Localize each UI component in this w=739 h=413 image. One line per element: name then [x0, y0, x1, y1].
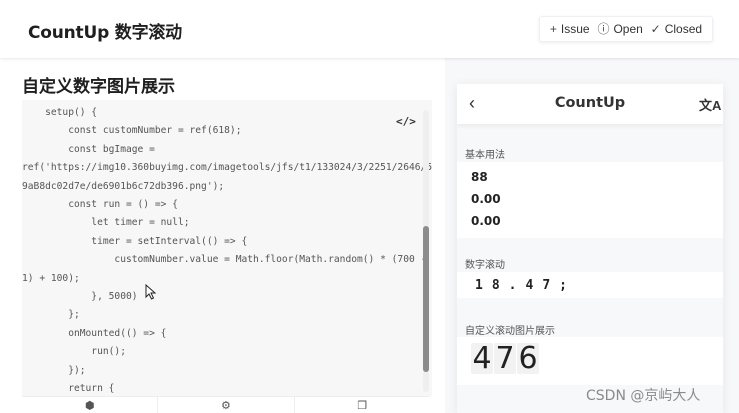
circle-info-icon: ⓘ: [597, 22, 610, 36]
code-block: setup() { const customNumber = ref(618);…: [22, 100, 432, 396]
closed-link[interactable]: ✓ Closed: [651, 22, 702, 36]
code-line: setup() {: [22, 107, 98, 118]
code-line: const run = () => {: [22, 199, 178, 211]
top-header: CountUp 数字滚动 + Issue ⓘ Open ✓ Closed: [0, 0, 739, 58]
code-line: timer = setInterval(() => {: [22, 235, 248, 247]
github-links: + Issue ⓘ Open ✓ Closed: [539, 16, 713, 42]
cube-icon: ⬢: [84, 399, 95, 412]
code-line: });: [22, 364, 86, 376]
code-line: customNumber.value = Math.floor(Math.ran…: [22, 254, 432, 266]
phone-navbar: ‹ CountUp 文A: [457, 84, 723, 124]
basic-usage-panel: 88 0.00 0.00: [457, 162, 723, 238]
code-line: const bgImage =: [22, 143, 155, 155]
roll-char: 8: [491, 278, 500, 293]
section-title: 自定义数字图片展示: [22, 77, 175, 97]
digit-tile: 4: [471, 341, 493, 376]
code-toggle-icon[interactable]: </>: [396, 115, 416, 128]
roll-char: 4: [525, 278, 534, 293]
code-line: let timer = null;: [22, 217, 190, 229]
issue-link[interactable]: + Issue: [550, 22, 590, 36]
phone-preview: ‹ CountUp 文A 基本用法 88 0.00 0.00 数字滚动 1 8 …: [457, 84, 723, 413]
count-value: 0.00: [471, 214, 501, 228]
code-line: return {: [22, 383, 115, 395]
roll-char: 1: [475, 278, 483, 293]
code-line: run();: [22, 346, 126, 358]
count-value: 88: [471, 170, 488, 184]
translate-icon[interactable]: 文A: [699, 95, 721, 114]
digit-tile: 7: [494, 341, 516, 376]
count-value: 0.00: [471, 192, 501, 206]
basic-usage-title: 基本用法: [465, 150, 505, 161]
code-line: 9aB8dc02d7e/de6901b6c72db396.png');: [22, 180, 225, 192]
code-line: }, 5000): [22, 291, 138, 303]
gears-button[interactable]: ⚙: [158, 397, 295, 413]
gears-icon: ⚙: [221, 399, 231, 412]
roll-char: .: [508, 278, 517, 293]
code-line: const customNumber = ref(618);: [22, 125, 242, 137]
code-actions-bar: ⬢ ⚙ ❐: [22, 396, 430, 413]
code-line: ref('https://img10.360buyimg.com/imageto…: [22, 162, 432, 174]
closed-label: Closed: [664, 22, 703, 36]
roll-char: ;: [559, 278, 567, 293]
check-icon: ✓: [650, 22, 661, 36]
code-scrollbar[interactable]: [423, 110, 429, 392]
roll-char: 7: [542, 278, 551, 293]
digit-tile: 6: [517, 341, 539, 376]
image-digits: 4 7 6: [471, 341, 539, 376]
open-label: Open: [613, 22, 643, 36]
rolling-number: 1 8 . 4 7 ;: [475, 278, 567, 293]
open-link[interactable]: ⓘ Open: [597, 22, 642, 36]
scroll-title: 数字滚动: [465, 260, 505, 271]
plus-icon: +: [549, 22, 557, 36]
copy-icon: ❐: [357, 399, 368, 412]
code-lines: setup() { const customNumber = ref(618);…: [22, 104, 432, 396]
copy-button[interactable]: ❐: [295, 397, 430, 413]
scrollbar-thumb[interactable]: [423, 226, 429, 372]
phone-title: CountUp: [554, 95, 626, 111]
cube-button[interactable]: ⬢: [22, 397, 159, 413]
code-line: 1) + 100);: [22, 272, 80, 284]
code-line: };: [22, 309, 80, 321]
issue-label: Issue: [560, 22, 590, 36]
watermark: CSDN @京屿大人: [586, 388, 701, 404]
image-scroll-title: 自定义滚动图片展示: [465, 326, 555, 337]
site-brand[interactable]: CountUp 数字滚动: [28, 18, 182, 43]
code-line: onMounted(() => {: [22, 327, 167, 339]
